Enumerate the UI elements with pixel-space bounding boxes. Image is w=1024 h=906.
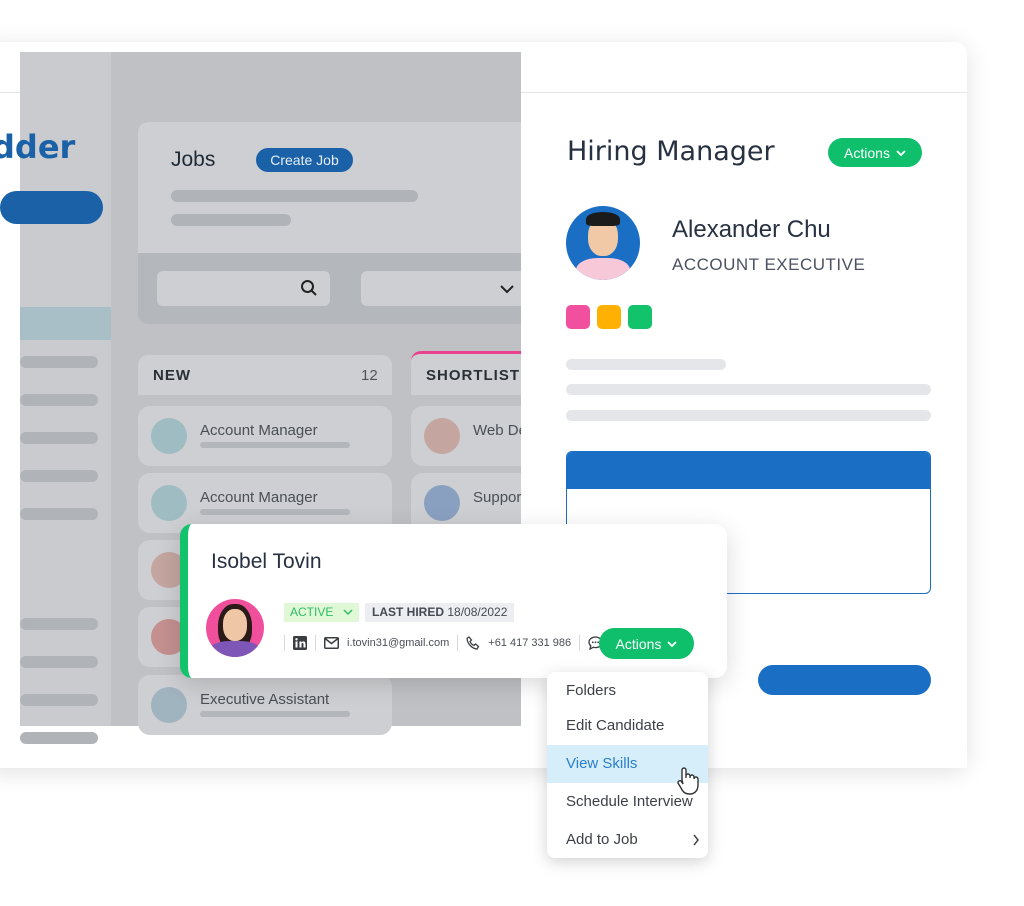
column-label: SHORTLISTE bbox=[426, 367, 532, 384]
job-card[interactable]: Account Manager bbox=[138, 406, 392, 466]
sidebar-item[interactable] bbox=[20, 508, 98, 520]
hand-cursor-icon bbox=[677, 767, 699, 795]
skeleton-line bbox=[566, 359, 726, 370]
email-icon bbox=[324, 637, 339, 649]
company-logo-icon bbox=[424, 418, 460, 454]
chevron-down-icon bbox=[667, 640, 678, 647]
chevron-down-icon bbox=[343, 609, 353, 616]
button-label: Actions bbox=[844, 144, 890, 161]
create-job-button[interactable]: Create Job bbox=[256, 148, 353, 172]
search-icon bbox=[301, 280, 317, 296]
skeleton-line bbox=[171, 214, 291, 226]
candidate-phone[interactable]: +61 417 331 986 bbox=[488, 637, 571, 649]
candidate-avatar bbox=[206, 599, 264, 657]
sidebar-item[interactable] bbox=[20, 618, 98, 630]
textarea-toolbar bbox=[567, 452, 930, 489]
actions-menu: Folders Edit Candidate View Skills Sched… bbox=[547, 672, 708, 858]
tag-pink[interactable] bbox=[566, 305, 590, 329]
company-logo-icon bbox=[151, 418, 187, 454]
status-dropdown[interactable]: ACTIVE bbox=[284, 603, 360, 622]
avatar bbox=[566, 206, 640, 280]
sidebar-item[interactable] bbox=[20, 694, 98, 706]
hm-actions-button[interactable]: Actions bbox=[828, 138, 922, 167]
sidebar-primary-button[interactable] bbox=[0, 191, 103, 224]
linkedin-icon[interactable] bbox=[293, 636, 307, 650]
job-filter-dropdown[interactable] bbox=[361, 271, 531, 306]
job-search-input[interactable] bbox=[157, 271, 330, 306]
save-button[interactable] bbox=[758, 665, 931, 695]
job-card[interactable]: Executive Assistant bbox=[138, 675, 392, 735]
column-count-new: 12 bbox=[361, 367, 378, 384]
last-hired-badge: LAST HIRED 18/08/2022 bbox=[365, 603, 515, 622]
job-title: Web De bbox=[473, 422, 527, 439]
company-logo-icon bbox=[151, 687, 187, 723]
sidebar-item[interactable] bbox=[20, 394, 98, 406]
company-logo-icon bbox=[151, 485, 187, 521]
jobs-card: Jobs Create Job bbox=[138, 122, 538, 324]
manager-name: Alexander Chu bbox=[672, 216, 831, 243]
skeleton-line bbox=[566, 410, 931, 421]
menu-item-edit-candidate[interactable]: Edit Candidate bbox=[547, 707, 708, 745]
candidate-email[interactable]: i.tovin31@gmail.com bbox=[347, 637, 449, 649]
column-header-new: NEW bbox=[138, 355, 392, 395]
button-label: Actions bbox=[615, 635, 662, 652]
last-hired-date: 18/08/2022 bbox=[447, 605, 508, 619]
phone-icon bbox=[466, 636, 480, 650]
column-label: NEW bbox=[153, 367, 191, 384]
job-title: Executive Assistant bbox=[200, 691, 330, 708]
sidebar-item[interactable] bbox=[20, 732, 98, 744]
sidebar-item-active[interactable] bbox=[20, 307, 111, 340]
panel-heading: Hiring Manager bbox=[567, 136, 775, 167]
logo: dder bbox=[0, 128, 76, 166]
candidate-card: Isobel Tovin ACTIVE LAST HIRED 18/08/202… bbox=[180, 524, 727, 678]
job-title: Account Manager bbox=[200, 422, 318, 439]
candidate-actions-button[interactable]: Actions bbox=[599, 628, 694, 659]
sidebar-item[interactable] bbox=[20, 356, 98, 368]
job-title: Suppor bbox=[473, 489, 522, 506]
menu-item-folders[interactable]: Folders bbox=[547, 672, 708, 710]
company-logo-icon bbox=[424, 485, 460, 521]
sidebar-item[interactable] bbox=[20, 470, 98, 482]
skeleton-line bbox=[566, 384, 931, 395]
contact-row: i.tovin31@gmail.com +61 417 331 986 bbox=[284, 632, 613, 654]
chevron-down-icon bbox=[500, 285, 514, 294]
chevron-right-icon bbox=[693, 834, 699, 846]
menu-item-add-to-job[interactable]: Add to Job bbox=[547, 821, 708, 859]
manager-title: ACCOUNT EXECUTIVE bbox=[672, 255, 866, 274]
tag-green[interactable] bbox=[628, 305, 652, 329]
job-title: Account Manager bbox=[200, 489, 318, 506]
sidebar-item[interactable] bbox=[20, 432, 98, 444]
candidate-name: Isobel Tovin bbox=[211, 550, 322, 573]
jobs-title: Jobs bbox=[171, 148, 216, 171]
status-label: ACTIVE bbox=[290, 605, 334, 619]
skeleton-line bbox=[171, 190, 418, 202]
chevron-down-icon bbox=[896, 149, 906, 156]
last-hired-label: LAST HIRED bbox=[372, 605, 444, 619]
sidebar-item[interactable] bbox=[20, 656, 98, 668]
tag-orange[interactable] bbox=[597, 305, 621, 329]
